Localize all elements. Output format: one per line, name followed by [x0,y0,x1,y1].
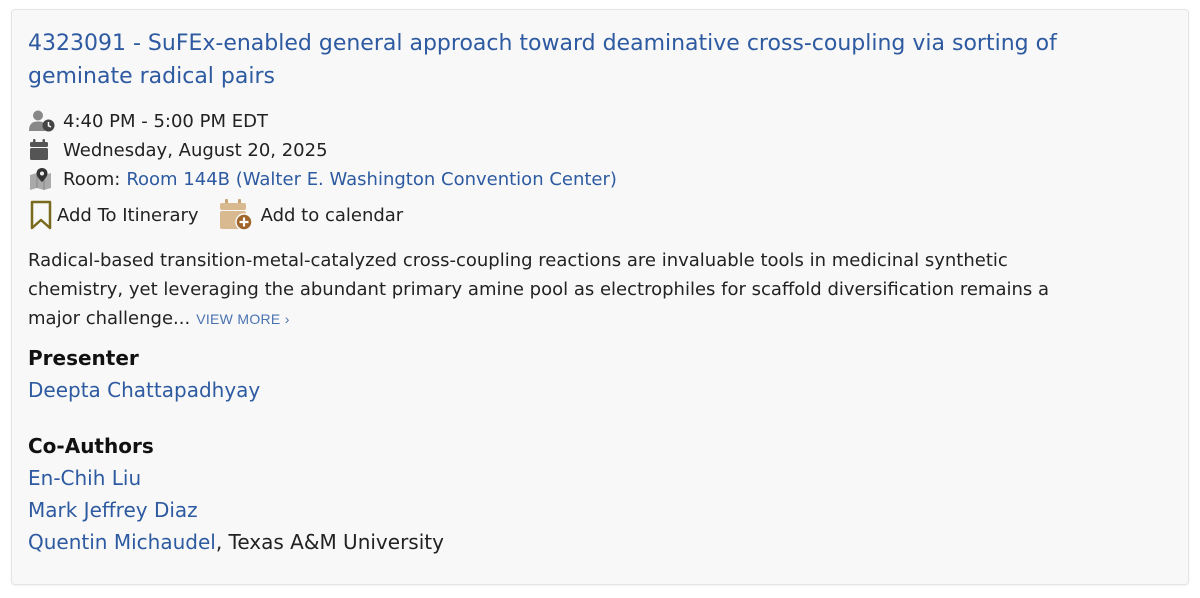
add-to-itinerary-button[interactable]: Add To Itinerary [29,200,199,230]
coauthor-name-link[interactable]: Mark Jeffrey Diaz [28,498,198,522]
presenter-row: Deepta Chattapadhyay [28,378,260,402]
presenter-name-link[interactable]: Deepta Chattapadhyay [28,378,260,402]
date-row: Wednesday, August 20, 2025 [29,137,328,163]
time-row: 4:40 PM - 5:00 PM EDT [29,108,268,134]
bookmark-icon [29,200,53,230]
view-more-link[interactable]: VIEW MORE › [196,311,290,327]
add-to-itinerary-label: Add To Itinerary [57,204,199,226]
coauthors-heading: Co-Authors [28,434,154,458]
room-link[interactable]: Room 144B (Walter E. Washington Conventi… [126,169,617,190]
map-pin-icon [29,167,57,191]
abstract-text: Radical-based transition-metal-catalyzed… [28,246,1068,334]
coauthor-name-link[interactable]: Quentin Michaudel [28,530,216,554]
add-to-calendar-label: Add to calendar [260,204,404,226]
calendar-icon [29,138,57,162]
person-clock-icon [29,109,57,133]
action-bar: Add To Itinerary Add to calendar [29,198,423,232]
coauthor-affiliation: , Texas A&M University [215,530,444,554]
coauthor-row: Quentin Michaudel, Texas A&M University [28,530,444,554]
session-card: 4323091 - SuFEx-enabled general approach… [11,9,1189,585]
session-time: 4:40 PM - 5:00 PM EDT [63,110,268,132]
session-title-link[interactable]: 4323091 - SuFEx-enabled general approach… [28,27,1128,93]
calendar-add-icon [219,199,253,231]
room-label: Room: [63,168,121,190]
add-to-calendar-button[interactable]: Add to calendar [219,199,404,231]
presenter-heading: Presenter [28,346,139,370]
session-date: Wednesday, August 20, 2025 [63,139,328,161]
coauthor-name-link[interactable]: En-Chih Liu [28,466,141,490]
coauthor-row: En-Chih Liu [28,466,141,490]
coauthor-row: Mark Jeffrey Diaz [28,498,198,522]
room-row: Room: Room 144B (Walter E. Washington Co… [29,166,617,192]
abstract-body: Radical-based transition-metal-catalyzed… [28,250,1050,329]
